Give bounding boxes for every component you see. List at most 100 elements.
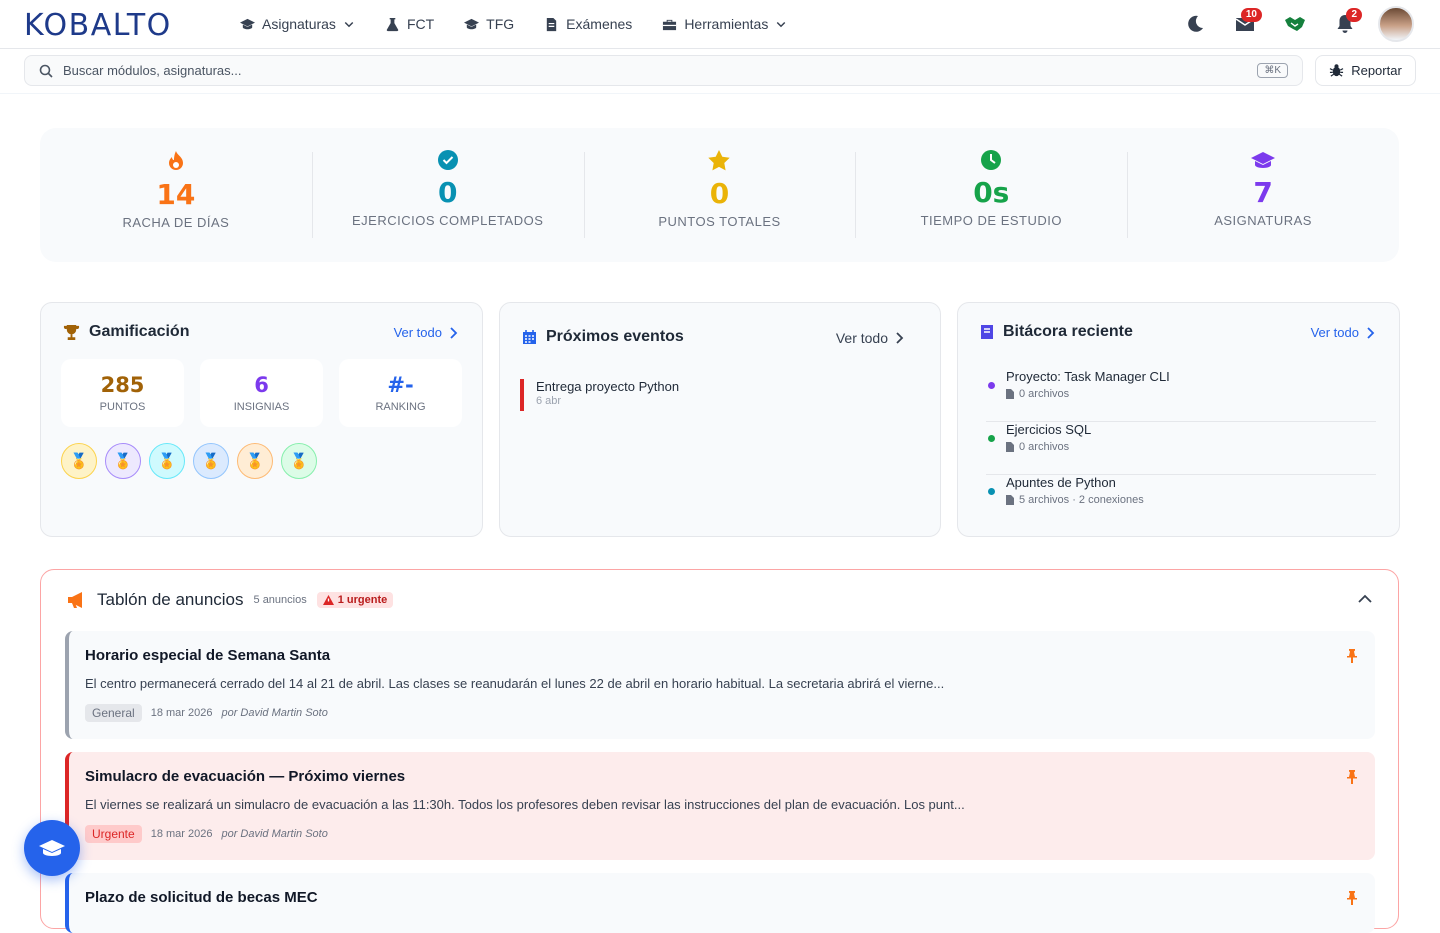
nav-label: Asignaturas: [262, 16, 336, 32]
announcement-title: Horario especial de Semana Santa: [85, 647, 331, 664]
logbook-card: Bitácora reciente Ver todo Proyecto: Tas…: [957, 302, 1400, 537]
logbook-item-title: Ejercicios SQL: [1006, 422, 1092, 437]
search-icon: [39, 64, 53, 78]
logbook-header: Bitácora reciente: [980, 323, 1133, 341]
logbook-view-all-link[interactable]: Ver todo: [1311, 325, 1375, 340]
announcement-body: El centro permanecerá cerrado del 14 al …: [85, 676, 945, 691]
logbook-item[interactable]: Apuntes de Python 5 archivos · 2 conexio…: [986, 475, 1376, 528]
stat-value: 0: [709, 177, 730, 210]
badges-label: INSIGNIAS: [233, 401, 290, 413]
status-dot: [988, 382, 995, 389]
nav-label: TFG: [486, 16, 515, 32]
urgent-label: 1 urgente: [337, 594, 388, 606]
stat-value: 0s: [973, 176, 1010, 209]
user-avatar[interactable]: [1378, 6, 1414, 42]
events-card: Próximos eventos Ver todo Entrega proyec…: [499, 302, 941, 537]
handshake-icon: [1285, 17, 1305, 31]
nav-fct[interactable]: FCT: [385, 16, 434, 32]
pin-icon[interactable]: [1347, 891, 1357, 905]
logbook-item-title: Proyecto: Task Manager CLI: [1006, 369, 1170, 384]
theme-toggle-button[interactable]: [1170, 6, 1220, 42]
announcements-board: Tablón de anuncios 5 anuncios 1 urgente …: [40, 569, 1399, 933]
medal-icon[interactable]: 🏅: [193, 443, 229, 479]
status-dot: [988, 435, 995, 442]
medal-icon[interactable]: 🏅: [61, 443, 97, 479]
file-icon: [1006, 495, 1014, 505]
chevron-down-icon: [344, 21, 354, 28]
notebook-icon: [981, 325, 993, 339]
stat-label: ASIGNATURAS: [1214, 213, 1312, 228]
gamification-view-all-link[interactable]: Ver todo: [394, 325, 458, 340]
file-icon: [1006, 389, 1014, 399]
notifications-button[interactable]: 2: [1320, 6, 1370, 42]
points-tile: 285 PUNTOS: [61, 359, 184, 427]
stat-value: 0: [437, 176, 458, 209]
event-title: Entrega proyecto Python: [536, 379, 680, 394]
badges-tile: 6 INSIGNIAS: [200, 359, 323, 427]
logo[interactable]: KOBALTO: [24, 8, 172, 43]
status-dot: [988, 488, 995, 495]
announcement-title: Simulacro de evacuación — Próximo vierne…: [85, 768, 406, 785]
main-nav: Asignaturas FCT TFG Exámenes Herramienta…: [240, 0, 817, 48]
notifications-badge: 2: [1346, 8, 1362, 22]
pin-icon[interactable]: [1347, 770, 1357, 784]
stat-value: 14: [156, 178, 196, 211]
announcement-author: por David Martin Soto: [221, 707, 328, 719]
announcement-date: 18 mar 2026: [150, 828, 213, 840]
logbook-title: Bitácora reciente: [1003, 323, 1133, 340]
stat-points: 0 PUNTOS TOTALES: [583, 128, 856, 262]
logbook-item-meta: 0 archivos: [1006, 388, 1069, 400]
assistant-fab-button[interactable]: [24, 820, 80, 876]
search-input[interactable]: Buscar módulos, asignaturas... ⌘K: [24, 55, 1303, 86]
logbook-item-meta-text: 5 archivos · 2 conexiones: [1019, 494, 1144, 506]
urgent-badge: 1 urgente: [316, 592, 394, 608]
stat-label: RACHA DE DÍAS: [122, 215, 230, 230]
nav-asignaturas[interactable]: Asignaturas: [240, 16, 355, 32]
star-icon: [708, 150, 731, 171]
medal-icon[interactable]: 🏅: [105, 443, 141, 479]
announcement-date: 18 mar 2026: [150, 707, 213, 719]
event-item[interactable]: Entrega proyecto Python 6 abr: [520, 379, 679, 411]
document-icon: [546, 17, 557, 31]
file-icon: [1006, 442, 1014, 452]
nav-tfg[interactable]: TFG: [464, 16, 514, 32]
events-view-all-link[interactable]: Ver todo: [836, 330, 904, 346]
toolbox-icon: [663, 19, 677, 30]
logbook-item-meta: 0 archivos: [1006, 441, 1069, 453]
announcement-item[interactable]: Plazo de solicitud de becas MEC: [65, 873, 1375, 933]
calendar-icon: [523, 330, 536, 344]
category-tag: General: [85, 704, 142, 722]
report-button[interactable]: Reportar: [1315, 55, 1416, 86]
gamification-header: Gamificación: [63, 323, 189, 341]
pin-icon[interactable]: [1347, 649, 1357, 663]
ranking-value: #-: [387, 373, 414, 397]
announcement-item[interactable]: Simulacro de evacuación — Próximo vierne…: [65, 752, 1375, 860]
logbook-item-meta-text: 0 archivos: [1019, 441, 1070, 453]
stat-streak: 14 RACHA DE DÍAS: [40, 128, 312, 262]
graduation-cap-icon: [240, 18, 255, 29]
announcement-meta: Urgente 18 mar 2026 por David Martin Sot…: [85, 825, 328, 843]
gamification-card: Gamificación Ver todo 285 PUNTOS 6 INSIG…: [40, 302, 483, 537]
chevron-up-icon[interactable]: [1358, 594, 1372, 603]
event-date: 6 abr: [536, 395, 562, 407]
check-circle-icon: [437, 150, 458, 170]
points-label: PUNTOS: [99, 401, 146, 413]
logbook-item[interactable]: Proyecto: Task Manager CLI 0 archivos: [986, 369, 1376, 422]
announcement-item[interactable]: Horario especial de Semana Santa El cent…: [65, 631, 1375, 739]
view-all-label: Ver todo: [1310, 325, 1359, 340]
messages-button[interactable]: 10: [1220, 6, 1270, 42]
nav-label: Exámenes: [566, 16, 633, 32]
announcement-body: El viernes se realizará un simulacro de …: [85, 797, 965, 812]
medal-icon[interactable]: 🏅: [281, 443, 317, 479]
handshake-button[interactable]: [1270, 6, 1320, 42]
search-placeholder: Buscar módulos, asignaturas...: [63, 63, 242, 78]
chevron-right-icon: [450, 326, 458, 339]
medal-icon[interactable]: 🏅: [237, 443, 273, 479]
medal-icon[interactable]: 🏅: [149, 443, 185, 479]
logbook-item[interactable]: Ejercicios SQL 0 archivos: [986, 422, 1376, 475]
nav-examenes[interactable]: Exámenes: [544, 16, 632, 32]
chevron-down-icon: [777, 21, 786, 28]
graduation-cap-icon: [1251, 152, 1276, 168]
gamification-title: Gamificación: [89, 323, 190, 340]
nav-herramientas[interactable]: Herramientas: [662, 16, 787, 32]
